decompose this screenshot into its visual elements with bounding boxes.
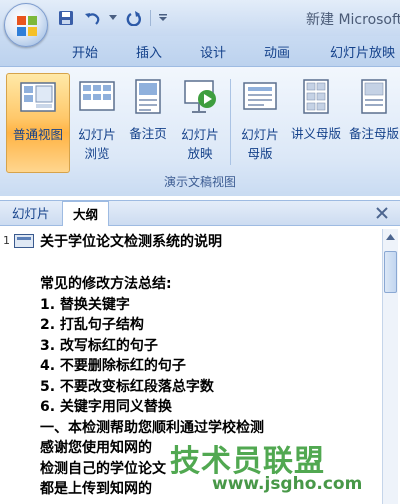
redo-icon (126, 11, 141, 26)
notes-page-label: 备注页 (129, 126, 167, 141)
window-title: 新建 Microsoft (306, 12, 400, 28)
group-separator (230, 79, 231, 165)
outline-line[interactable]: 6. 关键字用同义替换 (40, 397, 372, 418)
slide-show-button[interactable]: 幻灯片 放映 (176, 73, 224, 173)
tab-slideshow[interactable]: 幻灯片放映 (330, 42, 395, 61)
notes-master-button[interactable]: 备注母版 (348, 73, 400, 173)
close-pane-button[interactable] (374, 205, 390, 221)
slide-number: 1 (3, 234, 10, 247)
outline-line[interactable]: 3. 改写标红的句子 (40, 336, 372, 357)
handout-master-label: 讲义母版 (290, 126, 341, 141)
quick-access-toolbar (56, 7, 169, 29)
chevron-down-icon (109, 15, 117, 20)
slide-master-button[interactable]: 幻灯片 母版 (236, 73, 284, 173)
slide-sorter-icon (79, 81, 115, 111)
tab-animations[interactable]: 动画 (264, 42, 290, 61)
tab-insert[interactable]: 插入 (136, 42, 162, 61)
notes-page-button[interactable]: 备注页 (124, 73, 172, 173)
ribbon: 普通视图 幻灯片 浏览 备注页 幻灯片 放映 幻灯片 母版 讲义母版 备注母版 … (0, 66, 400, 196)
tab-design[interactable]: 设计 (200, 42, 226, 61)
slide-show-icon (184, 80, 216, 113)
notes-master-icon (361, 79, 387, 114)
watermark: 技术员联盟 www.jsgho.com (170, 436, 390, 496)
undo-button[interactable] (82, 8, 102, 28)
slide-icon[interactable] (14, 234, 34, 248)
slide-sorter-button[interactable]: 幻灯片 浏览 (74, 73, 120, 173)
customize-icon (159, 14, 167, 21)
notes-page-icon (135, 79, 161, 114)
outline-line[interactable]: 常见的修改方法总结: (40, 274, 372, 295)
normal-view-icon (20, 82, 56, 112)
slide-show-label: 幻灯片 放映 (181, 127, 219, 161)
toolbar-separator (150, 10, 151, 26)
outline-line[interactable]: 2. 打乱句子结构 (40, 315, 372, 336)
scroll-thumb[interactable] (384, 251, 397, 293)
ribbon-group-label: 演示文稿视图 (163, 175, 236, 189)
office-logo-icon (17, 16, 37, 36)
handout-master-button[interactable]: 讲义母版 (288, 73, 344, 173)
save-button[interactable] (56, 8, 76, 28)
outline-line[interactable]: 5. 不要改变标红段落总字数 (40, 377, 372, 398)
panel-tab-bar: 幻灯片 大纲 (0, 200, 400, 226)
handout-master-icon (303, 79, 329, 114)
tab-home[interactable]: 开始 (72, 42, 98, 61)
slide-master-icon (243, 82, 277, 110)
notes-master-label: 备注母版 (348, 126, 399, 141)
normal-view-label: 普通视图 (12, 127, 63, 142)
outline-line[interactable]: 一、本检测帮助您顺利通过学校检测 (40, 418, 372, 439)
slide-sorter-label: 幻灯片 浏览 (78, 127, 116, 161)
office-button[interactable] (4, 3, 48, 47)
tab-outline[interactable]: 大纲 (62, 201, 110, 226)
undo-icon (85, 13, 100, 25)
slide-title[interactable]: 关于学位论文检测系统的说明 (40, 231, 222, 251)
ribbon-tabs: 开始 插入 设计 动画 幻灯片放映 (0, 36, 400, 66)
outline-line[interactable]: 4. 不要删除标红的句子 (40, 356, 372, 377)
customize-toolbar-button[interactable] (157, 8, 169, 28)
normal-view-button[interactable]: 普通视图 (6, 73, 70, 173)
outline-line[interactable]: 1. 替换关键字 (40, 295, 372, 316)
slide-master-label: 幻灯片 母版 (241, 127, 279, 161)
title-bar: 新建 Microsoft (0, 0, 400, 36)
tab-slides[interactable]: 幻灯片 (2, 201, 60, 226)
undo-dropdown-button[interactable] (108, 8, 118, 28)
scroll-up-arrow-icon[interactable] (383, 229, 398, 245)
watermark-url: www.jsgho.com (212, 474, 363, 494)
redo-button[interactable] (124, 8, 144, 28)
save-icon (59, 11, 73, 25)
